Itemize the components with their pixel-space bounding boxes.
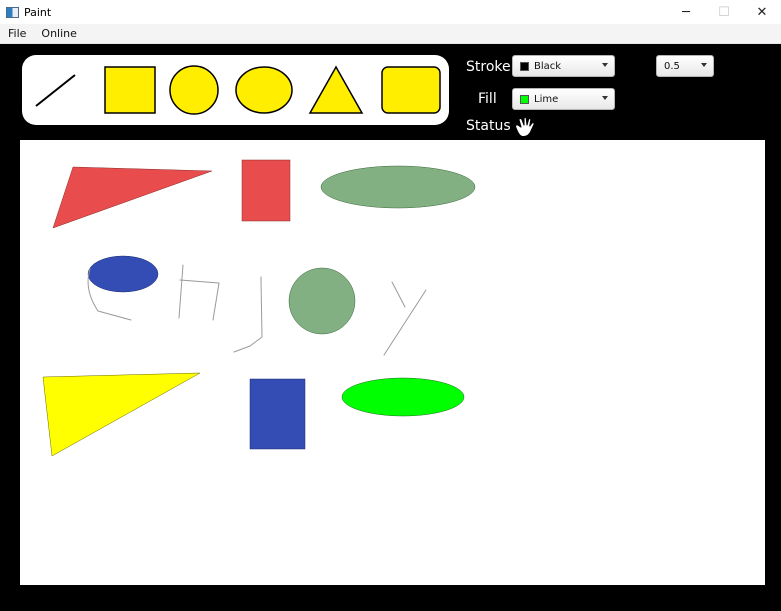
close-button[interactable]: ✕ (743, 0, 781, 24)
stroke-label: Stroke (466, 59, 511, 75)
red-triangle-shape (52, 166, 213, 229)
menu-online[interactable]: Online (34, 27, 83, 40)
fill-label: Fill (478, 91, 497, 107)
stroke-width-value: 0.5 (664, 60, 680, 72)
app-icon (6, 6, 19, 18)
window-title: Paint (24, 5, 52, 19)
drawing-canvas[interactable] (20, 140, 765, 585)
shape-toolbar (22, 55, 449, 125)
triangle-tool[interactable] (308, 64, 364, 116)
main-area: Stroke Black 0.5 Fill Lime Status (0, 44, 781, 611)
triangle-icon (308, 65, 364, 114)
line-icon (35, 74, 76, 107)
window-controls: ─ ☐ ✕ (667, 0, 781, 24)
square-icon (104, 66, 156, 114)
chevron-down-icon (602, 96, 608, 100)
hand-icon (515, 116, 535, 138)
menu-file[interactable]: File (1, 27, 33, 40)
green-circle-shape (288, 267, 356, 335)
maximize-button[interactable]: ☐ (705, 0, 743, 24)
line-tool[interactable] (30, 64, 86, 116)
fill-color-swatch (520, 94, 529, 104)
status-label: Status (466, 118, 511, 134)
title-bar: Paint ─ ☐ ✕ (0, 0, 781, 24)
rounded-square-icon (381, 66, 441, 114)
red-rectangle-shape (241, 159, 291, 222)
stroke-color-select[interactable]: Black (512, 55, 615, 77)
circle-tool[interactable] (166, 64, 222, 116)
canvas-drawing (42, 159, 476, 457)
ellipse-icon (235, 66, 293, 114)
chevron-down-icon (602, 63, 608, 67)
yellow-triangle-shape (42, 372, 201, 457)
ellipse-tool[interactable] (234, 64, 293, 116)
menu-bar: File Online (0, 24, 781, 44)
rounded-rectangle-tool[interactable] (380, 64, 441, 116)
fill-color-value: Lime (534, 93, 559, 105)
green-ellipse-shape (320, 165, 476, 209)
blue-rectangle-shape (249, 378, 306, 450)
blue-ellipse-shape (87, 255, 159, 293)
stroke-color-value: Black (534, 60, 562, 72)
lime-ellipse-shape (341, 377, 465, 417)
stroke-width-select[interactable]: 0.5 (656, 55, 714, 77)
stroke-color-swatch (520, 61, 529, 71)
rectangle-tool[interactable] (102, 64, 158, 116)
chevron-down-icon (701, 63, 707, 67)
circle-icon (169, 65, 219, 115)
fill-color-select[interactable]: Lime (512, 88, 615, 110)
minimize-button[interactable]: ─ (667, 0, 705, 24)
